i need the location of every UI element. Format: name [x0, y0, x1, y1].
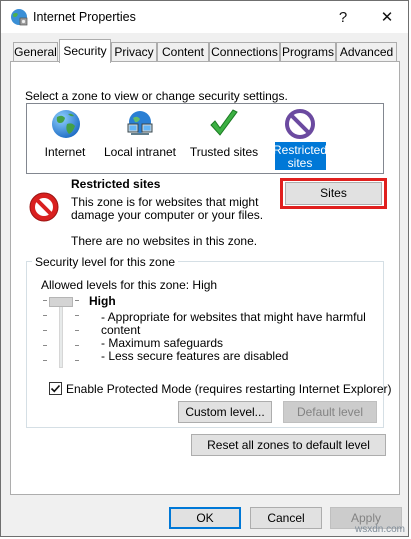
- help-icon: ?: [338, 8, 348, 26]
- checkmark-icon: [210, 109, 238, 136]
- protected-mode-label[interactable]: Enable Protected Mode (requires restarti…: [66, 382, 392, 396]
- internet-options-icon: [11, 9, 28, 26]
- security-level-bullet-2: - Maximum safeguards: [101, 336, 224, 350]
- slider-thumb[interactable]: [49, 297, 73, 307]
- zone-label-trusted-sites: Trusted sites: [189, 145, 259, 159]
- globe-icon: [52, 110, 80, 138]
- zone-local-intranet[interactable]: Local intranet: [103, 105, 177, 171]
- restricted-zone-large-icon: [29, 192, 59, 222]
- security-level-slider[interactable]: [41, 296, 81, 370]
- internet-properties-dialog: Internet Properties ? ✕ General Security…: [0, 0, 409, 537]
- security-level-group-title: Security level for this zone: [32, 255, 179, 269]
- slider-tick: [75, 345, 79, 346]
- security-level-bullet-1: - Appropriate for websites that might ha…: [101, 310, 366, 324]
- close-button[interactable]: ✕: [364, 1, 410, 33]
- protected-mode-checkbox[interactable]: [49, 382, 62, 395]
- tab-content[interactable]: Content: [157, 42, 209, 62]
- zone-internet[interactable]: Internet: [29, 105, 101, 171]
- tab-connections[interactable]: Connections: [209, 42, 280, 62]
- intranet-icon: [127, 111, 153, 135]
- zone-instruction: Select a zone to view or change security…: [25, 89, 288, 103]
- tab-general[interactable]: General: [13, 42, 58, 62]
- slider-tick: [43, 360, 47, 361]
- slider-tick: [43, 345, 47, 346]
- zone-restricted-sites[interactable]: Restricted sites: [265, 105, 335, 171]
- tab-security[interactable]: Security: [59, 39, 111, 63]
- slider-tick: [75, 360, 79, 361]
- slider-tick: [43, 300, 47, 301]
- security-tab-panel: Select a zone to view or change security…: [10, 61, 400, 495]
- slider-tick: [75, 315, 79, 316]
- window-title: Internet Properties: [33, 10, 136, 24]
- slider-tick: [75, 300, 79, 301]
- slider-tick: [75, 330, 79, 331]
- zone-info-title: Restricted sites: [71, 177, 161, 191]
- watermark: wsxdn.com: [355, 524, 406, 535]
- security-level-bullet-1-cont: content: [101, 323, 141, 337]
- security-level-name: High: [89, 294, 116, 308]
- zone-label-internet: Internet: [44, 145, 86, 159]
- close-icon: ✕: [380, 9, 394, 26]
- zone-trusted-sites[interactable]: Trusted sites: [187, 105, 261, 171]
- help-button[interactable]: ?: [320, 1, 366, 33]
- zone-list: Internet Local intranet Trusted sites Re…: [26, 103, 384, 174]
- zone-info-note: There are no websites in this zone.: [71, 234, 258, 248]
- reset-all-zones-button[interactable]: Reset all zones to default level: [191, 434, 386, 456]
- default-level-button[interactable]: Default level: [283, 401, 377, 423]
- checkmark-icon: [50, 384, 61, 393]
- title-bar: Internet Properties ? ✕: [1, 1, 408, 33]
- tab-programs[interactable]: Programs: [280, 42, 336, 62]
- tab-privacy[interactable]: Privacy: [111, 42, 157, 62]
- slider-tick: [43, 315, 47, 316]
- cancel-button[interactable]: Cancel: [250, 507, 322, 529]
- zone-label-local-intranet: Local intranet: [103, 145, 177, 159]
- zone-info-description-line2: damage your computer or your files.: [71, 208, 264, 222]
- restricted-icon: [285, 109, 315, 139]
- zone-label-restricted-line2: sites: [287, 156, 313, 170]
- zone-info-description-line1: This zone is for websites that might: [71, 195, 259, 209]
- tab-advanced[interactable]: Advanced: [336, 42, 397, 62]
- sites-button[interactable]: Sites: [285, 182, 382, 205]
- slider-tick: [43, 330, 47, 331]
- security-level-bullet-3: - Less secure features are disabled: [101, 349, 289, 363]
- ok-button[interactable]: OK: [169, 507, 241, 529]
- custom-level-button[interactable]: Custom level...: [178, 401, 272, 423]
- allowed-levels-label: Allowed levels for this zone: High: [41, 278, 218, 292]
- slider-track: [59, 298, 63, 368]
